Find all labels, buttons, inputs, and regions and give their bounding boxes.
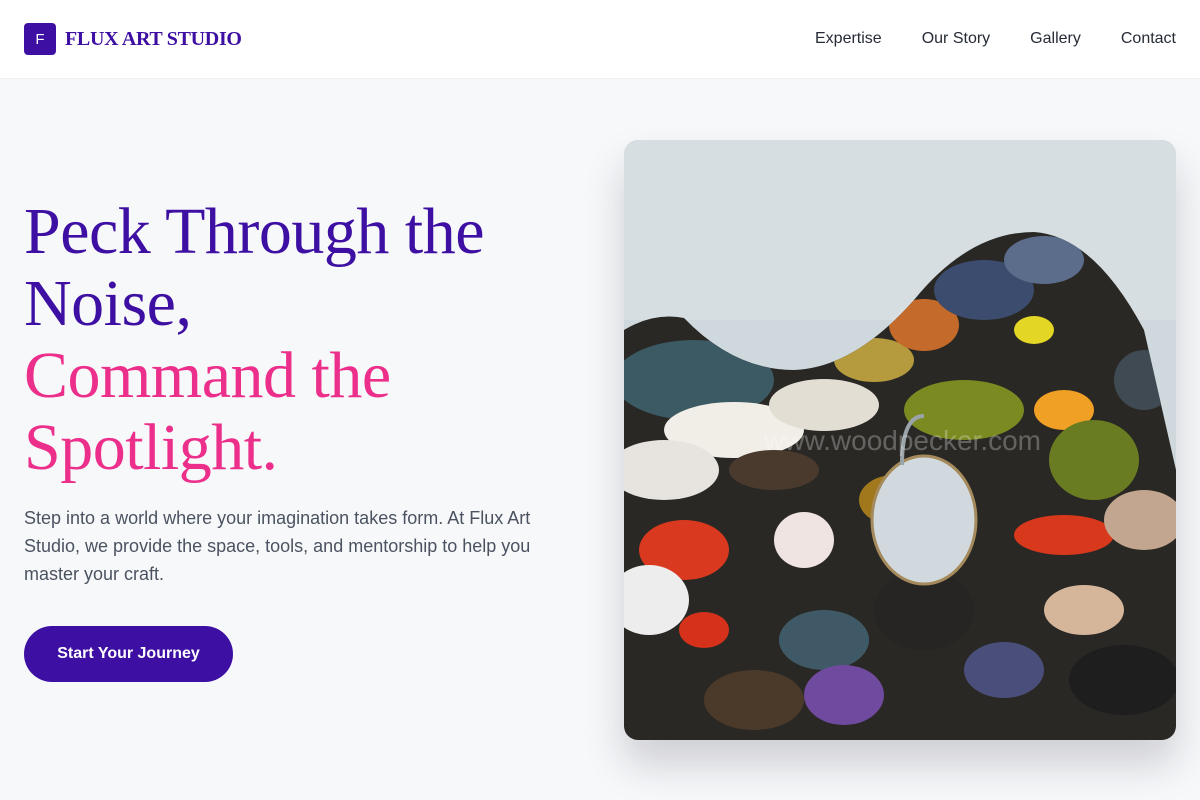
top-navbar: F FLUX ART STUDIO Expertise Our Story Ga… [0, 0, 1200, 79]
nav-link-expertise[interactable]: Expertise [815, 30, 882, 48]
nav-link-gallery[interactable]: Gallery [1030, 30, 1081, 48]
headline-line-1: Peck Through the [24, 195, 485, 268]
logo-icon: F [24, 23, 56, 55]
headline-line-4: Spotlight. [24, 411, 278, 484]
start-journey-button[interactable]: Start Your Journey [24, 626, 233, 682]
palette-illustration: www.woodpecker.com [624, 140, 1176, 740]
hero-image-palette: www.woodpecker.com [624, 140, 1176, 740]
hero-headline: Peck Through the Noise, Command the Spot… [24, 196, 584, 484]
brand-logo[interactable]: F FLUX ART STUDIO [24, 23, 242, 55]
hero-text: Peck Through the Noise, Command the Spot… [24, 196, 584, 588]
hero-description: Step into a world where your imagination… [24, 508, 531, 584]
main-nav: Expertise Our Story Gallery Contact [815, 30, 1176, 48]
nav-link-our-story[interactable]: Our Story [922, 30, 990, 48]
headline-line-2: Noise, [24, 267, 192, 340]
brand-name: FLUX ART STUDIO [65, 27, 242, 50]
nav-link-contact[interactable]: Contact [1121, 30, 1176, 48]
image-watermark: www.woodpecker.com [763, 425, 1041, 456]
headline-line-3: Command the [24, 339, 391, 412]
